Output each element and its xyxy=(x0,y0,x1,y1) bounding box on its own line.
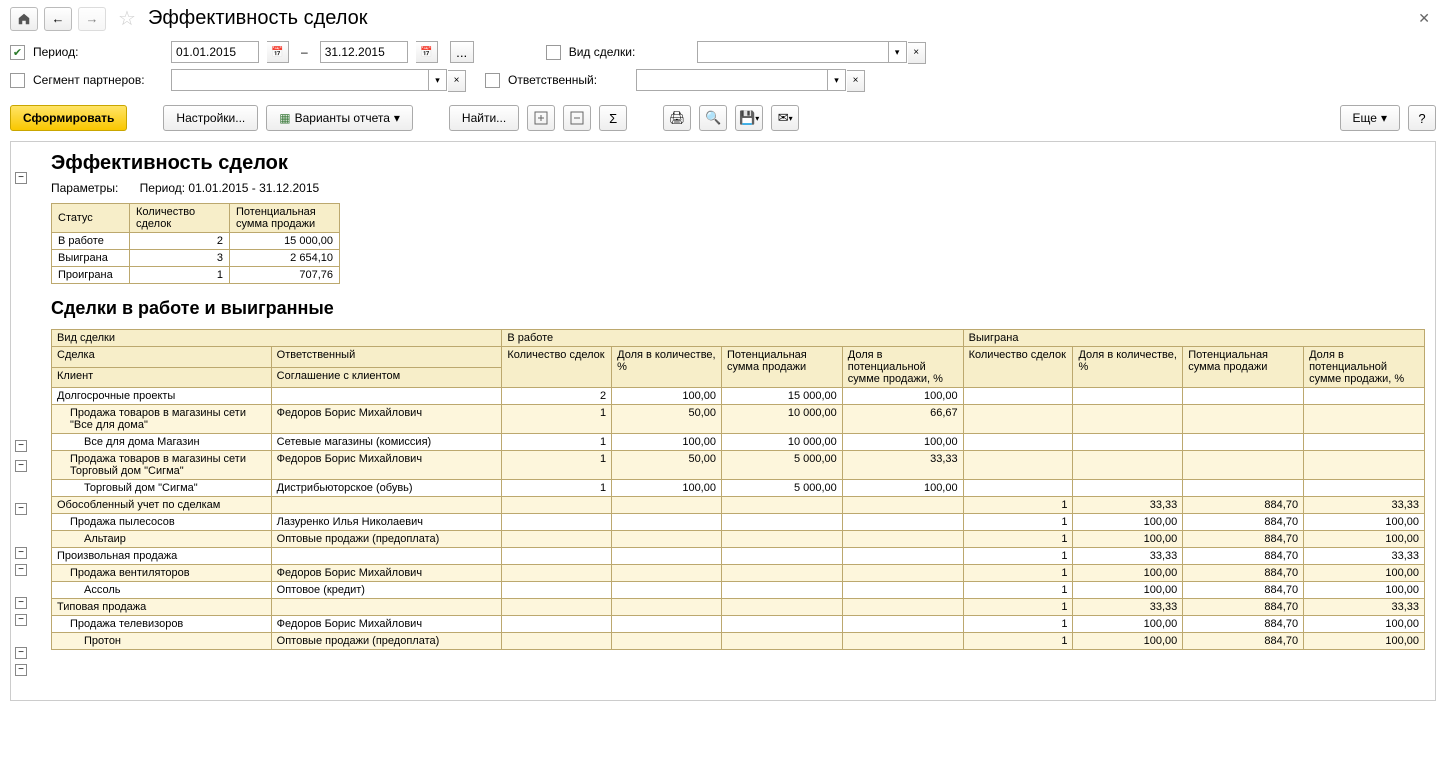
report-subtitle: Сделки в работе и выигранные xyxy=(51,298,1425,319)
tree-collapse-node[interactable]: − xyxy=(15,597,27,609)
summary-col-amount: Потенциальная сумма продажи xyxy=(230,204,340,233)
table-row[interactable]: Продажа товаров в магазины сети Торговый… xyxy=(52,451,1425,480)
settings-button[interactable]: Настройки... xyxy=(163,105,258,131)
tree-collapse-node[interactable]: − xyxy=(15,664,27,676)
deal-type-checkbox[interactable] xyxy=(546,45,561,60)
period-separator: – xyxy=(301,45,308,59)
segment-checkbox[interactable] xyxy=(10,73,25,88)
period-picker-button[interactable]: ... xyxy=(450,41,474,63)
calendar-icon[interactable]: 📅 xyxy=(267,41,289,63)
summary-table: Статус Количество сделок Потенциальная с… xyxy=(51,203,340,284)
header-metric: Доля в потенциальной сумме продажи, % xyxy=(842,347,963,388)
main-table: Вид сделки В работе Выиграна Сделка Отве… xyxy=(51,329,1425,650)
print-button[interactable]: 🖨 xyxy=(663,105,691,131)
table-row[interactable]: Типовая продажа133,33884,7033,33 xyxy=(52,599,1425,616)
summary-row: В работе215 000,00 xyxy=(52,233,340,250)
forward-button[interactable]: → xyxy=(78,7,106,31)
more-button[interactable]: Еще ▾ xyxy=(1340,105,1400,131)
table-row[interactable]: АссольОптовое (кредит)1100,00884,70100,0… xyxy=(52,582,1425,599)
report-variants-label: Варианты отчета xyxy=(295,111,390,125)
deal-type-select[interactable]: ▾× xyxy=(697,41,907,63)
header-deal-type: Вид сделки xyxy=(52,330,502,347)
chevron-down-icon[interactable]: ▾ xyxy=(827,70,845,90)
chevron-down-icon[interactable]: ▾ xyxy=(428,70,446,90)
header-metric: Доля в количестве, % xyxy=(612,347,722,388)
page-title: Эффективность сделок xyxy=(148,7,368,30)
home-button[interactable] xyxy=(10,7,38,31)
responsible-checkbox[interactable] xyxy=(485,73,500,88)
email-button[interactable]: ✉▾ xyxy=(771,105,799,131)
table-row[interactable]: Все для дома МагазинСетевые магазины (ко… xyxy=(52,434,1425,451)
more-label: Еще xyxy=(1353,111,1377,125)
clear-icon[interactable]: × xyxy=(847,70,865,92)
responsible-label: Ответственный: xyxy=(508,73,628,87)
header-metric: Количество сделок xyxy=(502,347,612,388)
tree-collapse-node[interactable]: − xyxy=(15,647,27,659)
tree-collapse-node[interactable]: − xyxy=(15,440,27,452)
header-responsible: Ответственный xyxy=(271,347,502,368)
header-metric: Доля в потенциальной сумме продажи, % xyxy=(1304,347,1425,388)
header-agreement: Соглашение с клиентом xyxy=(271,367,502,388)
chevron-down-icon: ▾ xyxy=(1381,111,1387,125)
table-row[interactable]: Продажа пылесосовЛазуренко Илья Николаев… xyxy=(52,514,1425,531)
summary-col-count: Количество сделок xyxy=(130,204,230,233)
clear-icon[interactable]: × xyxy=(908,42,926,64)
table-row[interactable]: Торговый дом "Сигма"Дистрибьюторское (об… xyxy=(52,480,1425,497)
tree-collapse-node[interactable]: − xyxy=(15,460,27,472)
summary-row: Проиграна1707,76 xyxy=(52,267,340,284)
tree-collapse-node[interactable]: − xyxy=(15,564,27,576)
params-label: Параметры: xyxy=(51,181,118,195)
table-row[interactable]: Продажа телевизоровФедоров Борис Михайло… xyxy=(52,616,1425,633)
period-checkbox[interactable]: ✔ xyxy=(10,45,25,60)
table-row[interactable]: Продажа товаров в магазины сети "Все для… xyxy=(52,405,1425,434)
summary-col-status: Статус xyxy=(52,204,130,233)
segment-label: Сегмент партнеров: xyxy=(33,73,163,87)
save-button[interactable]: 💾▾ xyxy=(735,105,763,131)
period-to-input[interactable] xyxy=(320,41,408,63)
report-title: Эффективность сделок xyxy=(51,152,1425,175)
tree-collapse-node[interactable]: − xyxy=(15,547,27,559)
help-button[interactable]: ? xyxy=(1408,105,1436,131)
back-button[interactable]: ← xyxy=(44,7,72,31)
responsible-select[interactable]: ▾× xyxy=(636,69,846,91)
table-row[interactable]: Обособленный учет по сделкам133,33884,70… xyxy=(52,497,1425,514)
close-button[interactable]: ✕ xyxy=(1412,10,1436,27)
calendar-icon[interactable]: 📅 xyxy=(416,41,438,63)
segment-select[interactable]: ▾× xyxy=(171,69,447,91)
header-deal: Сделка xyxy=(52,347,272,368)
summary-row: Выиграна32 654,10 xyxy=(52,250,340,267)
table-row[interactable]: Произвольная продажа133,33884,7033,33 xyxy=(52,548,1425,565)
chevron-down-icon: ▾ xyxy=(394,111,400,125)
collapse-all-button[interactable] xyxy=(563,105,591,131)
tree-collapse-node[interactable]: − xyxy=(15,614,27,626)
generate-button[interactable]: Сформировать xyxy=(10,105,127,131)
tree-collapse-node[interactable]: − xyxy=(15,172,27,184)
period-from-input[interactable] xyxy=(171,41,259,63)
tree-collapse-node[interactable]: − xyxy=(15,503,27,515)
report-variants-button[interactable]: ▦Варианты отчета ▾ xyxy=(266,105,413,131)
table-row[interactable]: ПротонОптовые продажи (предоплата)1100,0… xyxy=(52,633,1425,650)
header-in-work: В работе xyxy=(502,330,963,347)
table-row[interactable]: АльтаирОптовые продажи (предоплата)1100,… xyxy=(52,531,1425,548)
expand-all-button[interactable] xyxy=(527,105,555,131)
header-metric: Количество сделок xyxy=(963,347,1073,388)
report-area: − − − − − − − − − − Эффективность сделок… xyxy=(10,141,1436,701)
header-metric: Потенциальная сумма продажи xyxy=(721,347,842,388)
find-button[interactable]: Найти... xyxy=(449,105,519,131)
clear-icon[interactable]: × xyxy=(448,70,466,92)
sum-button[interactable]: Σ xyxy=(599,105,627,131)
header-client: Клиент xyxy=(52,367,272,388)
header-won: Выиграна xyxy=(963,330,1424,347)
favorite-star-icon[interactable]: ☆ xyxy=(118,6,136,31)
table-row[interactable]: Долгосрочные проекты2100,0015 000,00100,… xyxy=(52,388,1425,405)
header-metric: Доля в количестве, % xyxy=(1073,347,1183,388)
params-value: Период: 01.01.2015 - 31.12.2015 xyxy=(140,181,320,195)
preview-button[interactable]: 🔍 xyxy=(699,105,727,131)
table-row[interactable]: Продажа вентиляторовФедоров Борис Михайл… xyxy=(52,565,1425,582)
chevron-down-icon[interactable]: ▾ xyxy=(888,42,906,62)
period-label: Период: xyxy=(33,45,163,59)
deal-type-label: Вид сделки: xyxy=(569,45,689,59)
header-metric: Потенциальная сумма продажи xyxy=(1183,347,1304,388)
